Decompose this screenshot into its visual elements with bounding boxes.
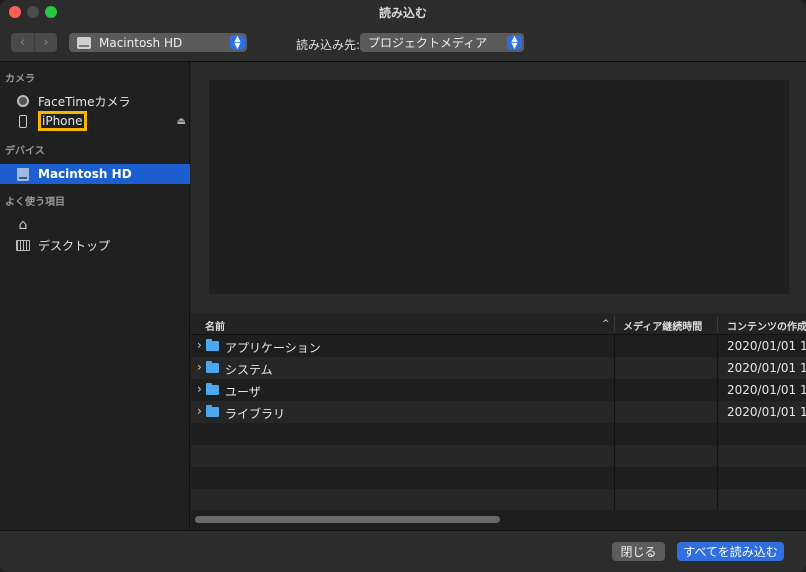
disclosure-chevron-icon[interactable]: ›	[197, 404, 202, 418]
popup-stepper-icon: ▲ ▼	[230, 35, 245, 50]
folder-icon	[206, 361, 219, 373]
row-created: 2020/01/01 17	[727, 361, 806, 375]
media-preview	[209, 80, 789, 294]
location-value: Macintosh HD	[99, 35, 183, 50]
disclosure-chevron-icon[interactable]: ›	[197, 360, 202, 374]
column-divider	[717, 335, 718, 510]
destination-value: プロジェクトメディア	[368, 36, 488, 50]
empty-row	[191, 489, 806, 510]
row-name: ライブラリ	[225, 407, 286, 421]
location-popup[interactable]: Macintosh HD ▲ ▼	[69, 33, 247, 52]
desktop-icon	[16, 238, 30, 252]
empty-row	[191, 445, 806, 467]
horizontal-scrollbar[interactable]	[191, 510, 806, 530]
sidebar-item-label: iPhone	[38, 111, 87, 131]
sidebar-item-label: FaceTimeカメラ	[38, 94, 131, 109]
footer-bar: 閉じる すべてを読み込む	[0, 530, 806, 572]
eject-icon[interactable]: ⏏	[177, 116, 186, 127]
row-created: 2020/01/01 17	[727, 383, 806, 397]
sort-ascending-icon: ^	[602, 319, 610, 329]
empty-row	[191, 467, 806, 489]
table-row[interactable]: › ライブラリ 2020/01/01 17	[191, 401, 806, 423]
column-header-created[interactable]: コンテンツの作成日	[727, 318, 806, 333]
table-header: 名前 ^ メディア継続時間 コンテンツの作成日	[191, 313, 806, 335]
row-created: 2020/01/01 17	[727, 339, 806, 353]
title-bar: 読み込む	[0, 0, 806, 24]
window-title: 読み込む	[378, 6, 427, 20]
scrollbar-thumb[interactable]	[195, 516, 500, 523]
table-row[interactable]: › アプリケーション 2020/01/01 17	[191, 335, 806, 357]
main-pane: 名前 ^ メディア継続時間 コンテンツの作成日 › アプリケーション 2020/…	[191, 62, 806, 530]
sidebar-item-label: Macintosh HD	[38, 167, 132, 181]
column-separator	[614, 316, 615, 332]
empty-row	[191, 423, 806, 445]
sidebar-item-label: デスクトップ	[38, 238, 111, 253]
nav-buttons: ‹ ›	[11, 33, 57, 52]
camera-icon	[16, 94, 30, 108]
row-created: 2020/01/01 17	[727, 405, 806, 419]
disclosure-chevron-icon[interactable]: ›	[197, 338, 202, 352]
folder-icon	[206, 339, 219, 351]
sidebar-item-facetime-camera[interactable]: FaceTimeカメラ	[0, 91, 190, 111]
sidebar-item-iphone[interactable]: iPhone ⏏	[0, 111, 190, 131]
destination-label: 読み込み先:	[296, 38, 361, 52]
popup-stepper-icon: ▲ ▼	[507, 35, 522, 50]
sidebar-item-home[interactable]: ⌂	[0, 215, 190, 235]
folder-icon	[206, 405, 219, 417]
row-name: アプリケーション	[225, 341, 321, 355]
back-button[interactable]: ‹	[11, 33, 34, 52]
hard-drive-icon	[77, 36, 91, 49]
toolbar: ‹ › Macintosh HD ▲ ▼ 読み込み先: プロジェクトメディア ▲ ▼	[0, 24, 806, 62]
table-row[interactable]: › システム 2020/01/01 17	[191, 357, 806, 379]
column-divider	[614, 335, 615, 510]
forward-button[interactable]: ›	[34, 33, 57, 52]
column-separator	[717, 316, 718, 332]
file-table: 名前 ^ メディア継続時間 コンテンツの作成日 › アプリケーション 2020/…	[191, 313, 806, 530]
column-header-name[interactable]: 名前	[205, 318, 225, 333]
sidebar: カメラ FaceTimeカメラ iPhone ⏏ デバイス Macintosh …	[0, 62, 190, 530]
section-header-favorites: よく使う項目	[5, 197, 65, 208]
hard-drive-icon	[16, 167, 30, 181]
phone-icon	[16, 114, 30, 128]
sidebar-item-desktop[interactable]: デスクトップ	[0, 235, 190, 255]
chevron-right-icon: ›	[43, 35, 49, 50]
import-window: 読み込む ‹ › Macintosh HD ▲ ▼ 読み込み先: プロジェクトメデ…	[0, 0, 806, 572]
close-button[interactable]: 閉じる	[612, 542, 665, 561]
sidebar-item-macintosh-hd[interactable]: Macintosh HD	[0, 164, 190, 184]
table-row[interactable]: › ユーザ 2020/01/01 17	[191, 379, 806, 401]
chevron-left-icon: ‹	[19, 35, 26, 50]
destination-popup[interactable]: プロジェクトメディア ▲ ▼	[360, 33, 524, 52]
table-rows: › アプリケーション 2020/01/01 17 › システム 2020/01/…	[191, 335, 806, 510]
home-icon: ⌂	[18, 217, 28, 233]
folder-icon	[206, 383, 219, 395]
row-name: システム	[225, 363, 273, 377]
disclosure-chevron-icon[interactable]: ›	[197, 382, 202, 396]
section-header-camera: カメラ	[5, 74, 35, 85]
column-header-duration[interactable]: メディア継続時間	[623, 318, 702, 333]
row-name: ユーザ	[225, 385, 261, 399]
section-header-devices: デバイス	[5, 146, 45, 157]
import-all-button[interactable]: すべてを読み込む	[677, 542, 784, 561]
